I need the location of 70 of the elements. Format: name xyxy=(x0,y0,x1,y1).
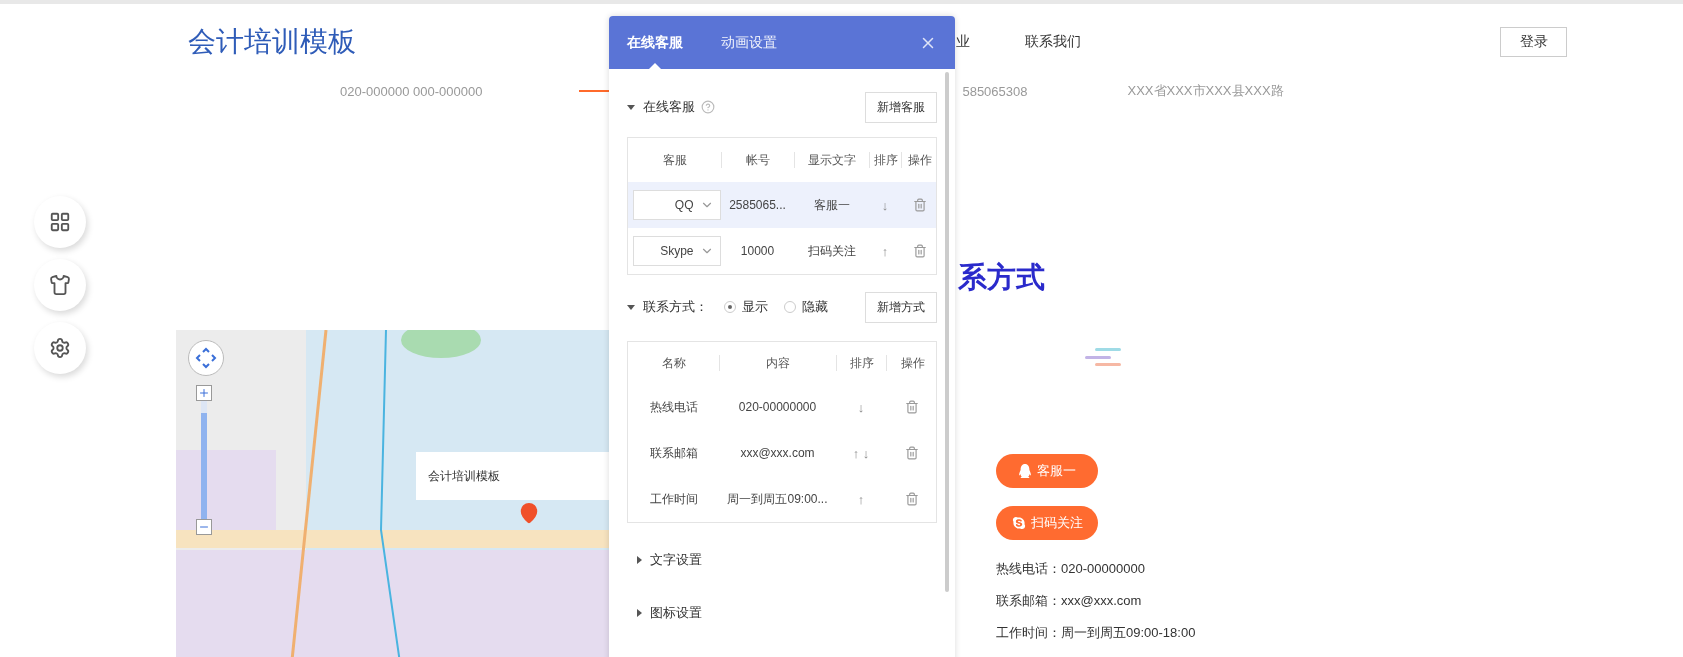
nav-link[interactable]: 业 xyxy=(956,33,970,51)
delete-button[interactable] xyxy=(905,400,919,414)
zoom-out-button[interactable] xyxy=(196,519,212,535)
delete-button[interactable] xyxy=(905,492,919,506)
sort-arrows[interactable]: ↑ ↓ xyxy=(852,445,870,461)
column-header: 名称 xyxy=(660,355,687,371)
radio-option[interactable]: 隐藏 xyxy=(784,298,828,316)
table-cell-text: 周一到周五09:00... xyxy=(726,490,829,508)
site-logo[interactable]: 会计培训模板 xyxy=(188,23,356,61)
grid-icon xyxy=(49,211,71,233)
table-cell-text: xxx@xxx.com xyxy=(739,446,816,460)
add-service-button[interactable]: 新增客服 xyxy=(865,91,937,123)
collapse-triangle-icon[interactable] xyxy=(627,104,635,110)
sort-arrows[interactable]: ↑ xyxy=(881,243,889,259)
info-text: 585065308 xyxy=(962,83,1028,99)
pan-arrows-icon xyxy=(194,346,218,370)
info-text: XXX省XXX市XXX县XXX路 xyxy=(1127,82,1284,100)
contact-line: 热线电话：020-00000000 xyxy=(996,560,1146,578)
column-header: 操作 xyxy=(901,152,938,168)
table-cell-text: 020-00000000 xyxy=(737,400,818,414)
login-button[interactable]: 登录 xyxy=(1500,27,1567,57)
panel-tab[interactable]: 在线客服 xyxy=(627,16,683,69)
delete-button[interactable] xyxy=(912,198,927,212)
type-select[interactable]: Skype xyxy=(632,236,721,266)
column-header: 内容 xyxy=(719,355,836,371)
contact-line: 联系邮箱：xxx@xxx.com xyxy=(996,592,1143,610)
grid-tool-button[interactable] xyxy=(34,196,86,248)
section-label: 在线客服 xyxy=(643,98,695,116)
column-header: 排序 xyxy=(869,152,901,168)
skype-icon xyxy=(1011,516,1026,530)
table-cell-text: 热线电话 xyxy=(648,398,699,416)
delete-button[interactable] xyxy=(905,446,919,460)
table-cell-text: 工作时间 xyxy=(648,490,699,508)
panel-tab[interactable]: 动画设置 xyxy=(721,16,777,69)
collapse-triangle-icon[interactable] xyxy=(627,304,635,310)
shirt-icon xyxy=(49,274,71,296)
nav-link[interactable]: 联系我们 xyxy=(1025,33,1081,51)
penguin-icon xyxy=(1018,464,1032,478)
column-header: 显示文字 xyxy=(794,152,869,168)
zoom-in-button[interactable] xyxy=(196,385,212,401)
column-header: 客服 xyxy=(661,152,688,168)
settings-tool-button[interactable] xyxy=(34,322,86,374)
help-icon[interactable] xyxy=(701,100,715,114)
table-cell-text: 客服一 xyxy=(812,196,851,214)
settings-icon xyxy=(49,337,71,359)
collapsible-section[interactable]: 图标设置 xyxy=(627,602,702,624)
type-select[interactable]: QQ xyxy=(632,190,721,220)
column-header: 排序 xyxy=(836,355,886,371)
radio-option[interactable]: 显示 xyxy=(724,298,768,316)
info-text: 020-000000 000-000000 xyxy=(340,83,483,99)
plus-icon xyxy=(198,387,210,399)
table-cell-text: 2585065... xyxy=(728,198,787,212)
table-cell-text: 联系邮箱 xyxy=(648,444,699,462)
collapsible-section[interactable]: 文字设置 xyxy=(627,549,702,571)
sort-arrows[interactable]: ↑ xyxy=(857,491,865,507)
section-label: 联系方式： xyxy=(643,298,708,316)
table-cell-text: 扫码关注 xyxy=(806,242,857,260)
delete-button[interactable] xyxy=(912,244,927,258)
map-pin-icon[interactable] xyxy=(518,502,540,524)
table-row[interactable]: Skype 10000 扫码关注 ↑ xyxy=(628,228,936,274)
column-header: 帐号 xyxy=(721,152,794,168)
scrollbar[interactable] xyxy=(945,72,949,592)
section-title: 系方式 xyxy=(958,260,1046,294)
table-row[interactable]: QQ 2585065... 客服一 ↓ xyxy=(628,182,936,228)
add-contact-button[interactable]: 新增方式 xyxy=(865,291,937,323)
contact-line: 工作时间：周一到周五09:00-18:00 xyxy=(996,624,1196,642)
column-header: 操作 xyxy=(886,355,938,371)
table-cell-text: 10000 xyxy=(739,244,776,258)
sort-arrows[interactable]: ↓ xyxy=(857,399,865,415)
shirt-tool-button[interactable] xyxy=(34,259,86,311)
